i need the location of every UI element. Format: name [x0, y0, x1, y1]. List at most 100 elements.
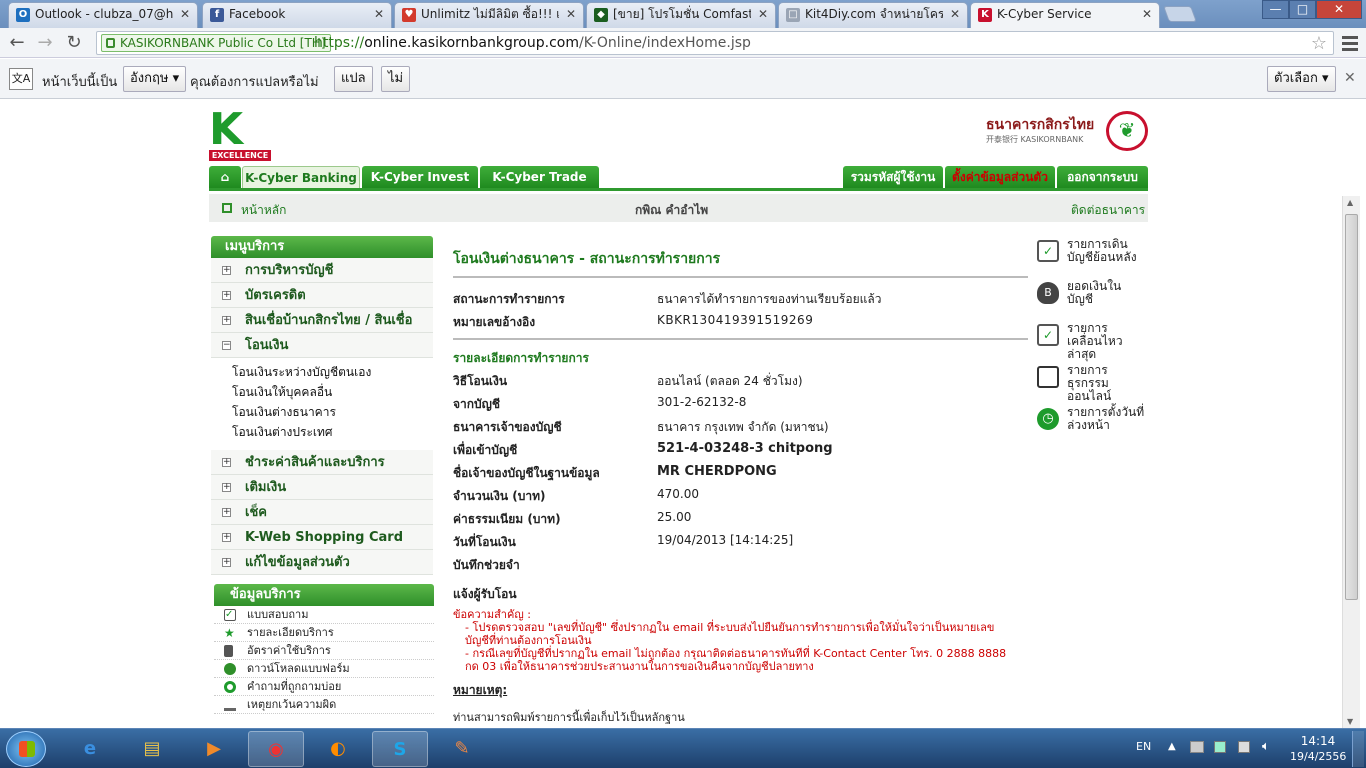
info-item-label: แบบสอบถาม: [247, 608, 309, 621]
submenu-own-account[interactable]: โอนเงินระหว่างบัญชีตนเอง: [211, 362, 433, 382]
page-scrollbar[interactable]: ▲ ▼: [1342, 196, 1360, 728]
clock-time[interactable]: 14:14: [1300, 734, 1336, 748]
skype-icon[interactable]: S: [372, 731, 428, 767]
clock-date[interactable]: 19/4/2556: [1290, 750, 1346, 763]
info-item-details[interactable]: ★ รายละเอียดบริการ: [214, 624, 434, 642]
minimize-button[interactable]: —: [1262, 0, 1289, 19]
k-excellence-logo[interactable]: K EXCELLENCE: [209, 108, 271, 162]
home-square-icon: [222, 203, 232, 213]
info-item-survey[interactable]: ✓ แบบสอบถาม: [214, 606, 434, 624]
new-tab-button[interactable]: [1163, 6, 1197, 22]
window-close-button[interactable]: ✕: [1316, 0, 1362, 19]
contact-bank-link[interactable]: ติดต่อธนาคาร: [1071, 201, 1145, 220]
tab-combine-users[interactable]: รวมรหัสผู้ใช้งาน: [843, 166, 943, 188]
maximize-button[interactable]: □: [1289, 0, 1316, 19]
tab-comfast[interactable]: ◆ [ขาย] โปรโมชั่น Comfast N ✕: [586, 2, 776, 28]
logout-button[interactable]: ออกจากระบบ: [1057, 166, 1148, 188]
submenu-other-bank[interactable]: โอนเงินต่างธนาคาร: [211, 402, 433, 422]
close-icon[interactable]: ✕: [758, 3, 768, 25]
translate-close-icon[interactable]: ✕: [1344, 70, 1356, 86]
bookmark-star-icon[interactable]: ☆: [1311, 33, 1327, 54]
forward-icon[interactable]: →: [34, 32, 56, 54]
tab-k-cyber-trade[interactable]: K-Cyber Trade: [480, 166, 599, 188]
status-row: สถานะการทำรายการ ธนาคารได้ทำรายการของท่า…: [453, 286, 1028, 309]
important-item-2: - กรณีเลขที่บัญชีที่ปรากฏใน email ไม่ถูก…: [465, 647, 1007, 673]
action-center-icon[interactable]: [1238, 741, 1250, 753]
show-hidden-icons[interactable]: ▲: [1168, 741, 1176, 752]
menu-item-web-shopping-card[interactable]: + K-Web Shopping Card: [211, 525, 433, 550]
tab-title: Outlook - clubza_07@hot: [35, 7, 173, 21]
info-item-faq[interactable]: คำถามที่ถูกถามบ่อย: [214, 678, 434, 696]
tab-k-cyber-invest[interactable]: K-Cyber Invest: [362, 166, 478, 188]
url-text: https://online.kasikornbankgroup.com/K-O…: [314, 35, 751, 51]
show-desktop-button[interactable]: [1352, 731, 1364, 767]
menu-item-edit-profile[interactable]: + แก้ไขข้อมูลส่วนตัว: [211, 550, 433, 575]
media-player-icon[interactable]: ▶: [186, 731, 242, 767]
paint-icon[interactable]: ✎: [434, 731, 490, 767]
menu-item-payment[interactable]: + ชำระค่าสินค้าและบริการ: [211, 450, 433, 475]
network-icon[interactable]: [1190, 741, 1204, 753]
quick-link-balance[interactable]: B ยอดเงินในบัญชี: [1036, 280, 1146, 322]
menu-item-loans[interactable]: +สินเชื่อบ้านกสิกรไทย / สินเชื่ออื่นๆ: [211, 308, 433, 353]
menu-item-label: แก้ไขข้อมูลส่วนตัว: [245, 555, 350, 570]
translate-prompt: หน้าเว็บนี้เป็น: [42, 75, 118, 90]
translate-button[interactable]: แปล: [334, 66, 373, 92]
quick-link-online[interactable]: รายการธุรกรรมออนไลน์: [1036, 364, 1146, 406]
input-language[interactable]: EN: [1136, 740, 1151, 753]
close-icon[interactable]: ✕: [566, 3, 576, 25]
submenu-international[interactable]: โอนเงินต่างประเทศ: [211, 422, 433, 442]
menu-item-transfer[interactable]: − โอนเงิน: [211, 333, 433, 358]
security-indicator[interactable]: KASIKORNBANK Public Co Ltd [TH]: [101, 34, 331, 52]
close-icon[interactable]: ✕: [180, 3, 190, 25]
status-label: สถานะการทำรายการ: [453, 292, 565, 306]
quick-link-scheduled[interactable]: ◷ รายการตั้งวันที่ล่วงหน้า: [1036, 406, 1146, 448]
submenu-other-person[interactable]: โอนเงินให้บุคคลอื่น: [211, 382, 433, 402]
detail-label: ชื่อเจ้าของบัญชีในฐานข้อมูล: [453, 466, 600, 480]
info-item-fees[interactable]: อัตราค่าใช้บริการ: [214, 642, 434, 660]
close-icon[interactable]: ✕: [950, 3, 960, 25]
close-icon[interactable]: ✕: [1142, 3, 1152, 25]
file-explorer-icon[interactable]: ▤: [124, 731, 180, 767]
menu-item-cheque[interactable]: + เช็ค: [211, 500, 433, 525]
tab-outlook[interactable]: O Outlook - clubza_07@hot ✕: [8, 2, 198, 28]
back-icon[interactable]: ←: [6, 32, 28, 54]
translate-options-button[interactable]: ตัวเลือก ▾: [1267, 66, 1336, 92]
menu-icon[interactable]: [1340, 33, 1360, 53]
quick-link-recent[interactable]: ✓ รายการเคลื่อนไหวล่าสุด: [1036, 322, 1146, 364]
info-item-disclaimer[interactable]: เหตุยกเว้นความผิด: [214, 696, 434, 714]
tab-unlimitz[interactable]: ♥ Unlimitz ไม่มีลิมิต ซื้อ!!! เกิน ✕: [394, 2, 584, 28]
tray-icon[interactable]: [1214, 741, 1226, 753]
info-item-label: ดาวน์โหลดแบบฟอร์ม: [247, 662, 350, 675]
start-button[interactable]: [6, 731, 46, 767]
home-tab[interactable]: ⌂: [209, 166, 241, 188]
scroll-down-icon[interactable]: ▼: [1347, 717, 1353, 726]
address-bar[interactable]: KASIKORNBANK Public Co Ltd [TH] https://…: [96, 31, 1334, 55]
menu-item-credit-card[interactable]: + บัตรเครดิต: [211, 283, 433, 308]
scrollbar-thumb[interactable]: [1345, 214, 1358, 600]
tab-kit4diy[interactable]: □ Kit4Diy.com จำหน่ายโครงงา ✕: [778, 2, 968, 28]
no-translate-button[interactable]: ไม่: [381, 66, 411, 92]
menu-item-account-management[interactable]: + การบริหารบัญชี: [211, 258, 433, 283]
kbank-icon: K: [978, 8, 992, 22]
breadcrumb-home[interactable]: หน้าหลัก: [241, 201, 286, 220]
detail-value: 470.00: [657, 487, 699, 501]
menu-item-label: โอนเงิน: [245, 338, 289, 353]
language-select[interactable]: อังกฤษ ▾: [123, 66, 187, 92]
scroll-up-icon[interactable]: ▲: [1347, 198, 1353, 207]
tab-k-cyber-service[interactable]: K K-Cyber Service ✕: [970, 2, 1160, 28]
detail-heading: รายละเอียดการทำรายการ: [453, 351, 589, 365]
reload-icon[interactable]: ↻: [63, 32, 85, 54]
quick-link-statement[interactable]: ✓ รายการเดินบัญชีย้อนหลัง: [1036, 238, 1146, 280]
internet-explorer-icon[interactable]: e: [62, 731, 118, 767]
info-item-download[interactable]: ดาวน์โหลดแบบฟอร์ม: [214, 660, 434, 678]
tab-facebook[interactable]: f Facebook ✕: [202, 2, 392, 28]
tab-profile-settings[interactable]: ตั้งค่าข้อมูลส่วนตัว: [945, 166, 1055, 188]
detail-value: 521-4-03248-3 chitpong: [657, 441, 833, 456]
detail-label: วิธีโอนเงิน: [453, 374, 508, 388]
firefox-icon[interactable]: ◐: [310, 731, 366, 767]
volume-icon[interactable]: 🔈︎: [1262, 739, 1270, 754]
close-icon[interactable]: ✕: [374, 3, 384, 25]
tab-k-cyber-banking[interactable]: K-Cyber Banking: [242, 166, 360, 188]
menu-item-top-up[interactable]: + เติมเงิน: [211, 475, 433, 500]
chrome-icon[interactable]: ◉: [248, 731, 304, 767]
